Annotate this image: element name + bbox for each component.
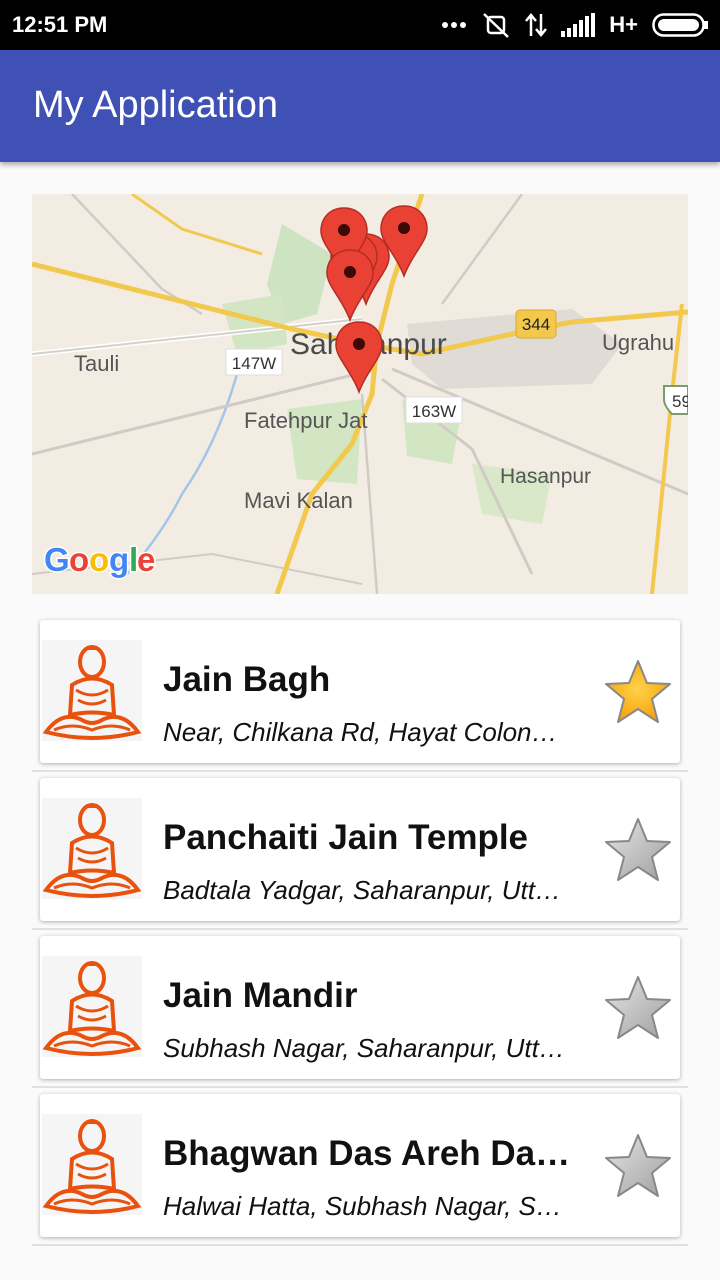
network-type: H+ bbox=[609, 12, 638, 37]
signal-icon bbox=[561, 13, 596, 37]
map-label-ugrahu: Ugrahu bbox=[602, 330, 674, 355]
place-address: Near, Chilkana Rd, Hayat Colony, Saharan… bbox=[163, 717, 568, 747]
unfavorited-star-icon[interactable] bbox=[603, 974, 673, 1044]
svg-text:g: g bbox=[109, 541, 129, 578]
map-label-fatehpur-jat: Fatehpur Jat bbox=[244, 408, 368, 433]
app-title: My Application bbox=[33, 84, 279, 126]
svg-text:o: o bbox=[69, 541, 89, 578]
map-view[interactable]: 147W 163W 344 59 Saharanpur Tauli Fatehp… bbox=[32, 194, 688, 594]
unfavorited-star-icon[interactable] bbox=[603, 816, 673, 886]
place-card[interactable]: Jain Bagh Near, Chilkana Rd, Hayat Colony… bbox=[40, 620, 680, 763]
mute-icon bbox=[483, 13, 510, 38]
road-shield-344: 344 bbox=[515, 309, 557, 339]
app-bar: My Application bbox=[0, 50, 720, 162]
list-divider bbox=[32, 1086, 688, 1088]
svg-text:G: G bbox=[44, 541, 70, 578]
status-bar: 12:51 PM H+ bbox=[0, 0, 720, 50]
list-divider bbox=[32, 770, 688, 772]
road-shield-163w: 163W bbox=[405, 396, 463, 424]
place-card[interactable]: Jain Mandir Subhash Nagar, Saharanpur, Ut… bbox=[40, 936, 680, 1079]
svg-text:59: 59 bbox=[672, 392, 688, 411]
place-card[interactable]: Bhagwan Das Areh Das Jain Temple Halwai H… bbox=[40, 1094, 680, 1237]
map-label-tauli: Tauli bbox=[74, 351, 119, 376]
data-arrows-icon bbox=[525, 13, 548, 37]
place-name: Jain Mandir bbox=[163, 976, 358, 1015]
svg-text:e: e bbox=[137, 541, 155, 578]
list-divider bbox=[32, 1244, 688, 1246]
more-dots-icon bbox=[442, 22, 467, 28]
jain-idol-thumbnail bbox=[42, 956, 142, 1057]
road-shield-147w: 147W bbox=[225, 348, 283, 376]
place-address: Badtala Yadgar, Saharanpur, Uttar Prades… bbox=[163, 875, 568, 905]
place-name: Bhagwan Das Areh Das Jain Temple bbox=[163, 1134, 583, 1173]
place-address: Subhash Nagar, Saharanpur, Uttar Pradesh bbox=[163, 1033, 568, 1063]
road-shield-59: 59 bbox=[663, 385, 688, 415]
svg-text:344: 344 bbox=[522, 315, 550, 334]
status-time: 12:51 PM bbox=[12, 12, 108, 37]
jain-idol-thumbnail bbox=[42, 1114, 142, 1215]
jain-idol-thumbnail bbox=[42, 798, 142, 899]
svg-text:o: o bbox=[89, 541, 109, 578]
map-label-hasanpur: Hasanpur bbox=[500, 465, 591, 488]
svg-text:147W: 147W bbox=[232, 354, 276, 373]
place-address: Halwai Hatta, Subhash Nagar, Saharanpur bbox=[163, 1191, 568, 1221]
status-icons: H+ bbox=[441, 10, 708, 40]
place-card[interactable]: Panchaiti Jain Temple Badtala Yadgar, Sah… bbox=[40, 778, 680, 921]
unfavorited-star-icon[interactable] bbox=[603, 1132, 673, 1202]
place-name: Panchaiti Jain Temple bbox=[163, 818, 529, 857]
favorite-star-icon[interactable] bbox=[603, 658, 673, 728]
map-label-mavi-kalan: Mavi Kalan bbox=[244, 488, 353, 513]
place-name: Jain Bagh bbox=[163, 660, 331, 699]
svg-text:163W: 163W bbox=[412, 402, 456, 421]
list-divider bbox=[32, 928, 688, 930]
jain-idol-thumbnail bbox=[42, 640, 142, 741]
battery-icon bbox=[652, 13, 708, 37]
google-logo: G o o g l e bbox=[43, 540, 157, 580]
map-canvas: 147W 163W 344 59 Saharanpur Tauli Fatehp… bbox=[32, 194, 688, 594]
